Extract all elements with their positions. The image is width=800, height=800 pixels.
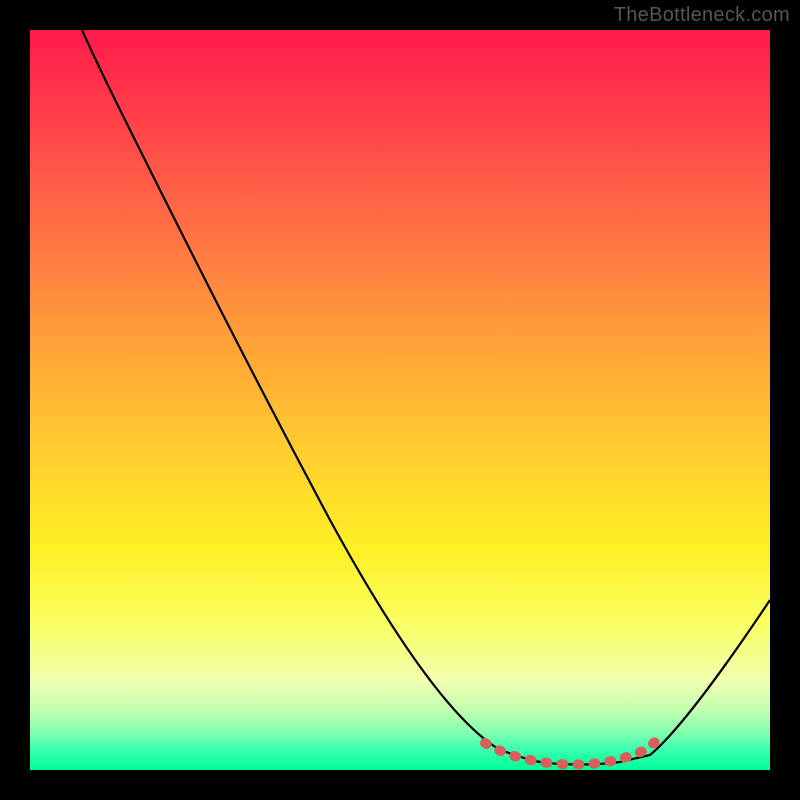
bottom-marker-line [485,742,655,764]
main-curve-line [82,30,770,764]
chart-container: TheBottleneck.com [0,0,800,800]
watermark-label: TheBottleneck.com [614,4,790,27]
chart-svg [30,30,770,770]
